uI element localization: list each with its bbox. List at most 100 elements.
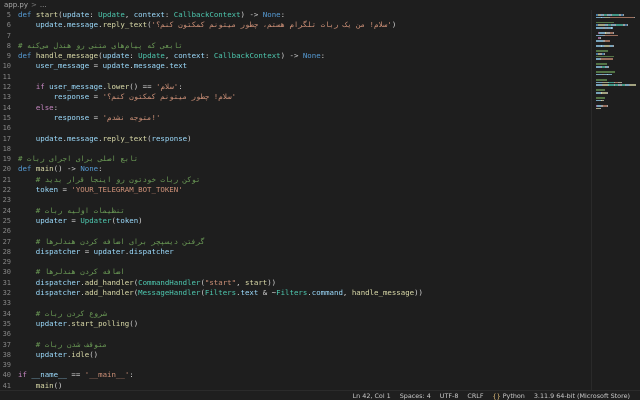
line-number-gutter: 5 6 7 8 9 10 11 12 13 14 15 16 17 18 19 20 21 22 23 24 25 26 2… [0,10,14,390]
code-token: # متوقف شدن ربات [18,339,107,349]
line-number: 37 [2,340,11,349]
code-line[interactable]: # گرفتن دیسپچر برای اضافه کردن هندلرها [18,237,590,247]
code-line[interactable] [18,360,590,370]
line-number: 25 [2,216,11,225]
code-token: def [18,164,36,174]
code-token: "start" [204,277,237,287]
line-number: 8 [6,41,11,50]
language-mode[interactable]: {} Python [493,392,525,400]
code-line[interactable]: updater.start_polling() [18,319,590,329]
code-line[interactable] [18,195,590,205]
line-number: 14 [2,103,11,112]
code-token: 'متوجه نشدم!' [102,112,161,122]
code-line[interactable]: token = 'YOUR_TELEGRAM_BOT_TOKEN' [18,185,590,195]
code-token: MessageHandler [138,288,201,298]
code-line[interactable]: # توکن ربات خودتون رو اینجا قرار بدید [18,175,590,185]
code-line[interactable] [18,298,590,308]
code-token: update [18,133,63,143]
language-label: Python [502,391,525,400]
minimap-stroke [596,79,607,81]
code-line[interactable]: dispatcher.add_handler(MessageHandler(Fi… [18,288,590,298]
breadcrumb-separator: > [31,1,37,9]
code-line[interactable]: response = 'متوجه نشدم!' [18,113,590,123]
code-token: = [89,61,103,71]
code-line[interactable]: # تابعی که پیام‌های متنی رو هندل می‌کنه [18,41,590,51]
code-line[interactable] [18,144,590,154]
code-line[interactable]: update.message.reply_text(response) [18,134,590,144]
code-line[interactable]: # تابع اصلی برای اجرای ربات [18,154,590,164]
breadcrumb-file[interactable]: app.py [4,1,28,9]
code-token: == [66,370,85,380]
line-number: 35 [2,319,11,328]
line-number: 10 [2,62,11,71]
minimap-stroke [609,16,635,19]
code-token: idle [71,349,90,359]
line-number: 26 [2,227,11,236]
minimap-stroke [596,21,614,24]
code-line[interactable]: if __name__ == '__main__': [18,370,590,380]
code-token: () [129,318,139,328]
minimap-stroke [596,97,605,99]
code-line[interactable] [18,72,590,82]
minimap[interactable] [591,10,640,390]
code-token: )) [267,277,277,287]
code-line[interactable]: # تنظیمات اولیه ربات [18,206,590,216]
minimap-stroke [596,50,609,52]
code-line[interactable]: # اضافه کردن هندلرها [18,267,590,277]
code-line[interactable] [18,257,590,267]
python-interpreter[interactable]: 3.11.9 64-bit (Microsoft Store) [534,392,630,400]
cursor-position[interactable]: Ln 42, Col 1 [353,392,391,400]
code-line[interactable]: dispatcher.add_handler(CommandHandler("s… [18,278,590,288]
code-token: main [35,164,54,174]
code-token: dispatcher [129,246,174,256]
code-line[interactable]: response = 'سلام! چطور میتونم کمکتون کنم… [18,92,590,102]
code-line[interactable]: else: [18,103,590,113]
minimap-stroke [604,40,611,42]
code-line[interactable]: def main() -> None: [18,164,590,174]
code-token: # توکن ربات خودتون رو اینجا قرار بدید [18,174,201,184]
code-token: , [124,10,134,19]
eol-setting[interactable]: CRLF [467,392,483,400]
line-number: 24 [2,206,11,215]
code-line[interactable]: def start(update: Update, context: Callb… [18,10,590,20]
line-number: 21 [2,175,11,184]
line-number: 11 [2,72,11,81]
code-token: text [169,61,188,71]
code-line[interactable] [18,31,590,41]
indentation-setting[interactable]: Spaces: 4 [400,392,431,400]
code-token: updater [18,349,67,359]
line-number: 15 [2,113,11,122]
line-number: 13 [2,93,11,102]
minimap-stroke [607,92,609,94]
code-token: # تنظیمات اولیه ربات [18,205,125,215]
code-line[interactable]: # متوقف شدن ربات [18,340,590,350]
code-line[interactable]: dispatcher = updater.dispatcher [18,247,590,257]
code-token: dispatcher [18,246,81,256]
code-line[interactable]: main() [18,381,590,390]
code-token: 'سلام! من یک ربات تلگرام هستم، چطور میتو… [151,20,392,30]
code-token: None [80,164,99,174]
code-line[interactable] [18,329,590,339]
line-number: 31 [2,278,11,287]
code-line[interactable]: # شروع کردن ربات [18,309,590,319]
minimap-stroke [596,71,615,73]
line-number: 29 [2,258,11,267]
code-token: Update [138,51,165,61]
code-line[interactable]: if user_message.lower() == 'سلام': [18,82,590,92]
code-line[interactable]: user_message = update.message.text [18,61,590,71]
code-line[interactable] [18,226,590,236]
code-line[interactable]: def handle_message(update: Update, conte… [18,51,590,61]
line-number: 28 [2,247,11,256]
code-token: update [62,10,90,19]
code-line[interactable] [18,123,590,133]
line-number: 30 [2,268,11,277]
code-line[interactable]: update.message.reply_text('سلام! من یک ر… [18,20,590,30]
code-token: if [18,370,32,380]
code-line[interactable]: updater = Updater(token) [18,216,590,226]
encoding-setting[interactable]: UTF-8 [440,392,459,400]
code-token: __name__ [31,370,67,380]
code-editor[interactable]: def start(update: Update, context: Callb… [18,10,590,390]
breadcrumb-more[interactable]: ... [40,1,47,9]
code-line[interactable]: updater.idle() [18,350,590,360]
code-token: CallbackContext [213,51,281,61]
